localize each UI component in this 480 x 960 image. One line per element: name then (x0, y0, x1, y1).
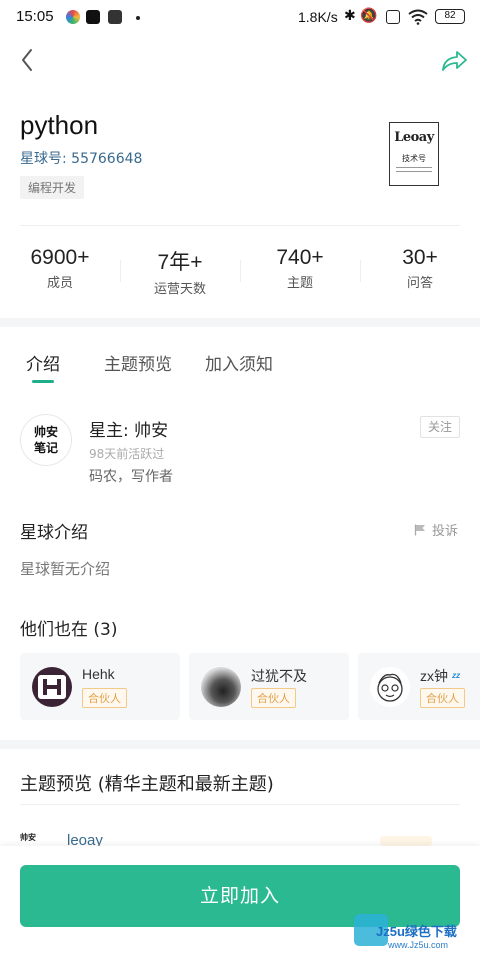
report-button[interactable]: 投诉 (414, 520, 458, 539)
logo-divider (396, 171, 432, 172)
stat-label: 成员 (46, 276, 73, 291)
logo-subtitle: 技术号 (402, 154, 426, 163)
header-divider (20, 225, 460, 226)
owner-name[interactable]: 星主: 帅安 (89, 416, 168, 441)
tab-intro[interactable]: 介绍 (26, 350, 60, 375)
member-card[interactable]: zx钟 ᶻᶻ 合伙人 (358, 653, 480, 720)
owner-avatar[interactable]: 帅安 笔记 (20, 414, 72, 466)
watermark-text: Jz5u绿色下载 (376, 924, 457, 939)
notification-dot-icon (136, 16, 140, 20)
stat-topics: 740+ 主题 (240, 246, 360, 291)
app-colorful-icon (66, 10, 80, 24)
preview-badge (380, 836, 432, 846)
member-avatar (201, 667, 241, 707)
member-card[interactable]: Hehk 合伙人 (20, 653, 180, 720)
tab-bar: 介绍 主题预览 加入须知 (0, 344, 480, 388)
stat-label: 主题 (286, 276, 313, 291)
wifi-icon (408, 9, 428, 25)
partner-badge: 合伙人 (420, 688, 465, 708)
sleeping-icon: ᶻᶻ (451, 670, 460, 684)
mute-icon: 🔕 (360, 8, 378, 24)
status-time: 15:05 (16, 8, 54, 25)
member-name: Hehk (82, 666, 115, 682)
owner-last-active: 98天前活跃过 (89, 447, 165, 461)
member-name-text: zx钟 (420, 668, 448, 684)
stat-value: 740+ (276, 246, 324, 269)
stat-qa: 30+ 问答 (360, 246, 480, 291)
category-tag[interactable]: 编程开发 (20, 176, 85, 199)
section-divider (0, 318, 480, 327)
tab-join-notes[interactable]: 加入须知 (205, 350, 273, 375)
watermark: Jz5u绿色下载 www.Jz5u.com (352, 912, 474, 958)
group-logo[interactable]: Leoay 技术号 (389, 122, 439, 186)
sim-off-icon (386, 10, 400, 24)
preview-title: 主题预览 (精华主题和最新主题) (20, 774, 274, 795)
partner-badge: 合伙人 (251, 688, 296, 708)
flag-icon (414, 524, 425, 536)
stat-label: 问答 (406, 276, 433, 291)
planet-number: 星球号: 55766648 (20, 151, 143, 167)
status-bar: 15:05 1.8K/s ✱ 🔕 82 (0, 0, 480, 34)
stat-value: 7年+ (157, 251, 203, 274)
member-name: zx钟 ᶻᶻ (420, 666, 460, 686)
share-arrow-icon[interactable] (440, 48, 468, 74)
member-avatar (370, 667, 410, 707)
net-speed: 1.8K/s (298, 9, 338, 25)
cartoon-face-icon (377, 673, 403, 702)
stat-value: 6900+ (30, 246, 90, 269)
watermark-url: www.Jz5u.com (388, 940, 449, 950)
logo-brand: Leoay (394, 130, 434, 145)
intro-text: 星球暂无介绍 (20, 560, 111, 578)
tab-topic-preview[interactable]: 主题预览 (104, 350, 172, 375)
app-icon (108, 10, 122, 24)
avatar-text: 帅安 (33, 425, 58, 439)
preview-divider (20, 804, 460, 805)
logo-divider (396, 167, 432, 168)
owner-description: 码农，写作者 (89, 469, 173, 485)
members-title: 他们也在 (3) (20, 620, 118, 640)
chevron-left-icon[interactable] (16, 46, 40, 74)
avatar-text: 笔记 (33, 441, 58, 455)
partner-badge: 合伙人 (82, 688, 127, 708)
stat-value: 30+ (402, 246, 438, 269)
member-avatar (32, 667, 72, 707)
stat-members: 6900+ 成员 (0, 246, 120, 291)
stat-operation-days: 7年+ 运营天数 (120, 246, 240, 297)
tiktok-icon (86, 10, 100, 24)
group-title: python (20, 110, 99, 140)
follow-button[interactable]: 关注 (420, 416, 460, 438)
tab-active-indicator (32, 380, 54, 383)
intro-title: 星球介绍 (20, 523, 88, 543)
battery-indicator: 82 (435, 9, 465, 24)
section-divider (0, 740, 480, 749)
bluetooth-icon: ✱ (344, 8, 356, 24)
member-card[interactable]: 过犹不及 合伙人 (189, 653, 349, 720)
preview-author-avatar: 帅安 (20, 832, 36, 842)
stat-label: 运营天数 (153, 282, 206, 297)
report-label: 投诉 (432, 524, 459, 539)
stats-row: 6900+ 成员 7年+ 运营天数 740+ 主题 30+ 问答 (0, 246, 480, 302)
member-name: 过犹不及 (251, 668, 307, 684)
h-logo-icon (38, 675, 66, 699)
